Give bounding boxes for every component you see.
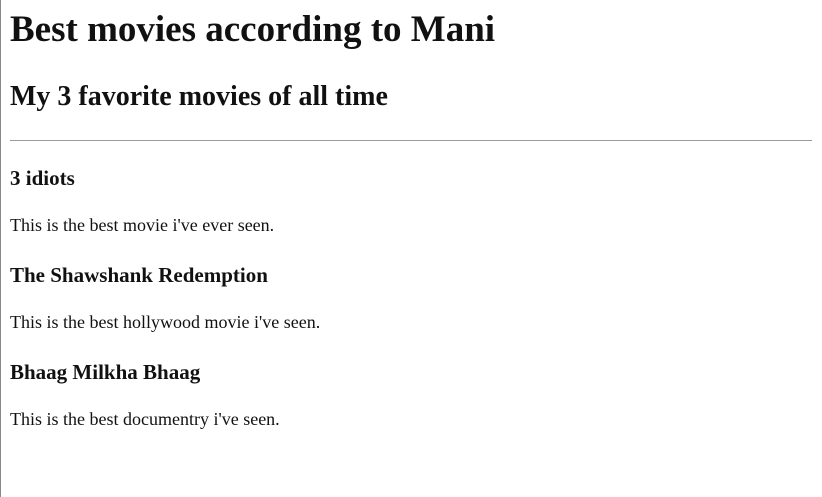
movie-description-3-idiots: This is the best movie i've ever seen.: [10, 215, 275, 235]
movie-description-bhaag-milkha-bhaag: This is the best documentry i've seen.: [10, 409, 280, 429]
page-content: Best movies according to Mani My 3 favor…: [10, 0, 812, 497]
page-title: Best movies according to Mani: [10, 9, 496, 50]
page-subtitle: My 3 favorite movies of all time: [10, 81, 388, 112]
left-border: [0, 0, 1, 497]
movie-description-shawshank-redemption: This is the best hollywood movie i've se…: [10, 312, 321, 332]
movie-title-bhaag-milkha-bhaag: Bhaag Milkha Bhaag: [10, 360, 201, 384]
movie-title-shawshank-redemption: The Shawshank Redemption: [10, 263, 268, 287]
movie-title-3-idiots: 3 idiots: [10, 166, 75, 190]
horizontal-rule: [10, 140, 812, 141]
